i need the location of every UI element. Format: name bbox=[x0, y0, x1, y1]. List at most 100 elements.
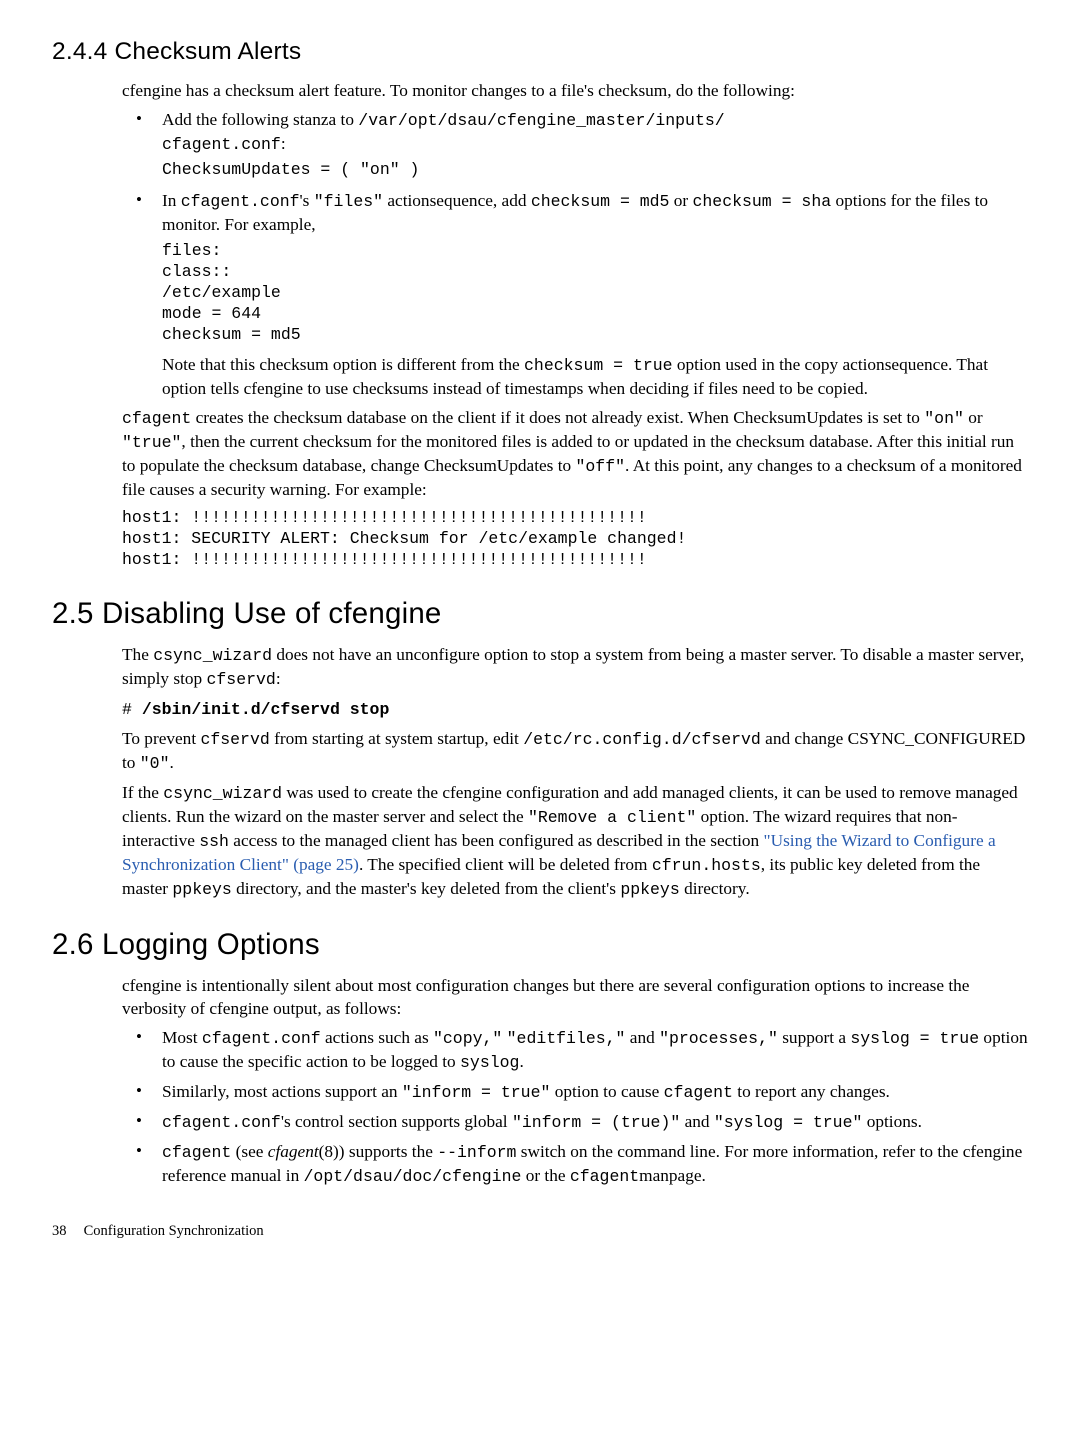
list-item: cfagent (see cfagent(8)) supports the --… bbox=[148, 1140, 1028, 1188]
code: cfagent.conf bbox=[202, 1029, 321, 1048]
code: cfagent.conf bbox=[181, 192, 300, 211]
code: cfagent bbox=[570, 1167, 639, 1186]
code: --inform bbox=[437, 1143, 516, 1162]
heading-26: 2.6 Logging Options bbox=[52, 925, 1028, 964]
para: If the csync_wizard was used to create t… bbox=[122, 781, 1028, 901]
text: and bbox=[625, 1028, 659, 1047]
code: cfservd bbox=[207, 670, 276, 689]
code: "inform = true" bbox=[402, 1083, 551, 1102]
code: csync_wizard bbox=[163, 784, 282, 803]
text: (8)) supports the bbox=[319, 1142, 438, 1161]
para: cfengine is intentionally silent about m… bbox=[122, 974, 1028, 1020]
text: or bbox=[669, 191, 692, 210]
bullet-list: Add the following stanza to /var/opt/dsa… bbox=[122, 108, 1028, 400]
code: ppkeys bbox=[620, 880, 679, 899]
code: "on" bbox=[924, 409, 964, 428]
text: . The specified client will be deleted f… bbox=[359, 855, 652, 874]
code: cfagent.conf bbox=[162, 1113, 281, 1132]
code: /etc/rc.config.d/cfservd bbox=[523, 730, 761, 749]
code: "files" bbox=[314, 192, 383, 211]
text: If the bbox=[122, 783, 163, 802]
text: : bbox=[276, 669, 281, 688]
section-25-body: The csync_wizard does not have an unconf… bbox=[122, 643, 1028, 900]
code: "copy," bbox=[433, 1029, 502, 1048]
text: access to the managed client has been co… bbox=[229, 831, 764, 850]
para: cfengine has a checksum alert feature. T… bbox=[122, 79, 1028, 102]
section-244-body: cfengine has a checksum alert feature. T… bbox=[122, 79, 1028, 571]
code: cfagent.conf bbox=[162, 135, 281, 154]
code: /var/opt/dsau/cfengine_master/inputs/ bbox=[358, 111, 724, 130]
text: support a bbox=[778, 1028, 850, 1047]
text: In bbox=[162, 191, 181, 210]
text: . bbox=[519, 1052, 523, 1071]
text: directory, and the master's key deleted … bbox=[232, 879, 621, 898]
para: The csync_wizard does not have an unconf… bbox=[122, 643, 1028, 691]
text: manpage. bbox=[639, 1166, 706, 1185]
code: syslog bbox=[460, 1053, 519, 1072]
code: "syslog = true" bbox=[714, 1113, 863, 1132]
italic: cfagent bbox=[268, 1142, 319, 1161]
text: Note that this checksum option is differ… bbox=[162, 355, 524, 374]
code: cfagent bbox=[122, 409, 191, 428]
code: "inform = (true)" bbox=[512, 1113, 680, 1132]
section-26-body: cfengine is intentionally silent about m… bbox=[122, 974, 1028, 1188]
chapter-title: Configuration Synchronization bbox=[84, 1223, 264, 1239]
code: "Remove a client" bbox=[528, 808, 696, 827]
heading-244: 2.4.4 Checksum Alerts bbox=[52, 36, 1028, 69]
text: Most bbox=[162, 1028, 202, 1047]
command: /sbin/init.d/cfservd stop bbox=[142, 700, 390, 719]
text: . bbox=[169, 753, 173, 772]
text: actions such as bbox=[321, 1028, 433, 1047]
code: csync_wizard bbox=[153, 646, 272, 665]
code: ppkeys bbox=[172, 880, 231, 899]
list-item: cfagent.conf's control section supports … bbox=[148, 1110, 1028, 1134]
list-item: In cfagent.conf's "files" actionsequence… bbox=[148, 189, 1028, 400]
list-item: Add the following stanza to /var/opt/dsa… bbox=[148, 108, 1028, 181]
code: "true" bbox=[122, 433, 181, 452]
page-number: 38 bbox=[52, 1222, 80, 1241]
code: cfagent bbox=[162, 1143, 231, 1162]
code: checksum = sha bbox=[693, 192, 832, 211]
text: The bbox=[122, 645, 153, 664]
text: 's control section supports global bbox=[281, 1112, 512, 1131]
code: "editfiles," bbox=[507, 1029, 626, 1048]
text: To prevent bbox=[122, 729, 200, 748]
bullet-list: Most cfagent.conf actions such as "copy,… bbox=[122, 1026, 1028, 1188]
text: (see bbox=[231, 1142, 267, 1161]
text: Add the following stanza to bbox=[162, 110, 358, 129]
text: or bbox=[964, 408, 983, 427]
text: option to cause bbox=[550, 1082, 663, 1101]
text: creates the checksum database on the cli… bbox=[191, 408, 924, 427]
code: /opt/dsau/doc/cfengine bbox=[304, 1167, 522, 1186]
text: 's bbox=[300, 191, 314, 210]
text: : bbox=[281, 134, 286, 153]
code: checksum = true bbox=[524, 356, 673, 375]
text: from starting at system startup, edit bbox=[270, 729, 523, 748]
code: "off" bbox=[576, 457, 626, 476]
list-item: Similarly, most actions support an "info… bbox=[148, 1080, 1028, 1104]
text: actionsequence, add bbox=[383, 191, 531, 210]
text: to report any changes. bbox=[733, 1082, 890, 1101]
command-line: # /sbin/init.d/cfservd stop bbox=[122, 697, 1028, 721]
code: syslog = true bbox=[850, 1029, 979, 1048]
prompt: # bbox=[122, 700, 142, 719]
code: "processes," bbox=[659, 1029, 778, 1048]
code: ssh bbox=[199, 832, 229, 851]
code: cfagent bbox=[664, 1083, 733, 1102]
text: or the bbox=[521, 1166, 569, 1185]
list-item: Most cfagent.conf actions such as "copy,… bbox=[148, 1026, 1028, 1074]
text: and bbox=[680, 1112, 714, 1131]
para: To prevent cfservd from starting at syst… bbox=[122, 727, 1028, 775]
code: checksum = md5 bbox=[531, 192, 670, 211]
code-block: ChecksumUpdates = ( "on" ) bbox=[162, 159, 1028, 180]
page-footer: 38 Configuration Synchronization bbox=[52, 1222, 1028, 1241]
text: directory. bbox=[680, 879, 750, 898]
para: cfagent creates the checksum database on… bbox=[122, 406, 1028, 501]
text: Similarly, most actions support an bbox=[162, 1082, 402, 1101]
note: Note that this checksum option is differ… bbox=[162, 353, 1028, 400]
code-block: files: class:: /etc/example mode = 644 c… bbox=[162, 240, 1028, 346]
code-block: host1: !!!!!!!!!!!!!!!!!!!!!!!!!!!!!!!!!… bbox=[122, 507, 1028, 570]
code: cfservd bbox=[200, 730, 269, 749]
code: "0" bbox=[140, 754, 170, 773]
heading-25: 2.5 Disabling Use of cfengine bbox=[52, 594, 1028, 633]
